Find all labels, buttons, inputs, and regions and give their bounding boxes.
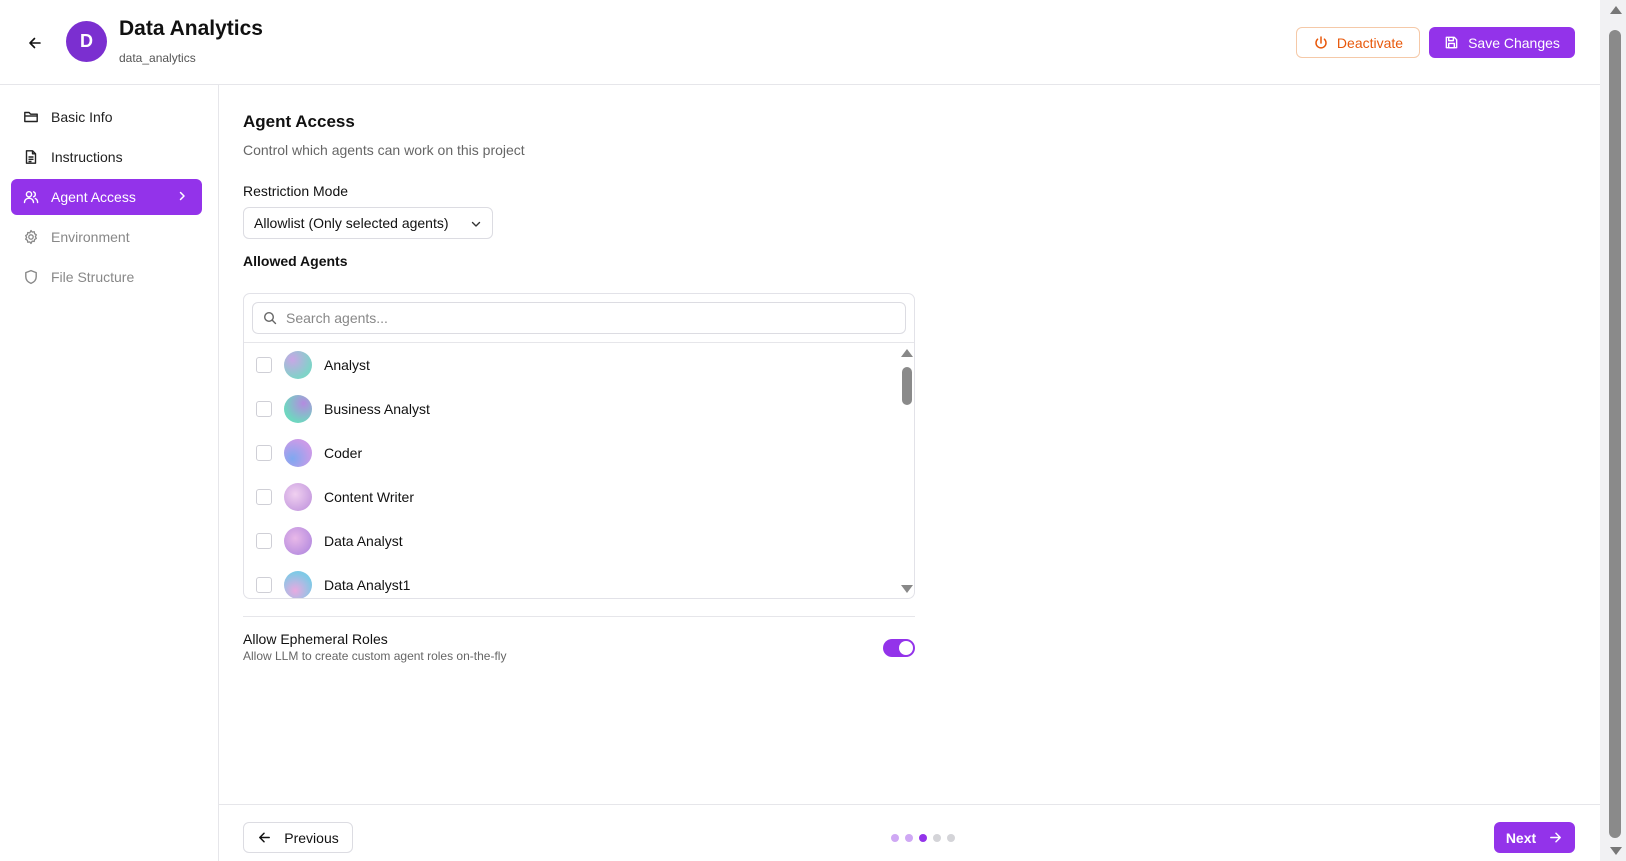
arrow-left-icon bbox=[259, 832, 271, 843]
ephemeral-roles-title: Allow Ephemeral Roles bbox=[243, 631, 388, 647]
search-icon bbox=[263, 311, 277, 325]
deactivate-label: Deactivate bbox=[1336, 34, 1404, 51]
power-icon bbox=[1315, 35, 1327, 49]
gear-icon bbox=[25, 229, 37, 245]
page-scrollbar[interactable] bbox=[1605, 0, 1626, 861]
project-slug: data_analytics bbox=[119, 51, 196, 65]
agent-checkbox[interactable] bbox=[256, 489, 272, 505]
deactivate-button[interactable]: Deactivate bbox=[1296, 27, 1420, 58]
list-item[interactable]: Content Writer bbox=[244, 475, 896, 519]
section-title: Agent Access bbox=[243, 112, 355, 131]
scroll-thumb[interactable] bbox=[902, 367, 912, 405]
step-dot-current bbox=[919, 834, 927, 842]
agent-name: Business Analyst bbox=[324, 401, 430, 417]
agent-checkbox[interactable] bbox=[256, 357, 272, 373]
agent-avatar bbox=[284, 439, 312, 467]
restriction-mode-label: Restriction Mode bbox=[243, 183, 349, 199]
arrow-right-icon bbox=[1550, 832, 1562, 843]
sidebar-item-agent-access[interactable]: Agent Access bbox=[11, 179, 202, 215]
back-button[interactable] bbox=[22, 30, 48, 56]
users-icon bbox=[23, 191, 39, 204]
folder-icon bbox=[24, 111, 38, 123]
save-icon bbox=[1445, 36, 1458, 49]
list-item[interactable]: Data Analyst bbox=[244, 519, 896, 563]
agent-name: Data Analyst1 bbox=[324, 577, 411, 593]
list-item[interactable]: Coder bbox=[244, 431, 896, 475]
step-dot bbox=[947, 834, 955, 842]
step-dot bbox=[905, 834, 913, 842]
list-item[interactable]: Analyst bbox=[244, 343, 896, 387]
save-changes-label: Save Changes bbox=[1468, 34, 1560, 51]
shield-icon bbox=[25, 269, 37, 285]
agent-avatar bbox=[284, 351, 312, 379]
document-icon bbox=[25, 150, 37, 164]
ephemeral-roles-toggle[interactable] bbox=[883, 639, 915, 657]
step-dot bbox=[891, 834, 899, 842]
save-changes-button[interactable]: Save Changes bbox=[1429, 27, 1575, 58]
agents-panel: Analyst Business Analyst Coder Content W… bbox=[243, 293, 915, 599]
sidebar-item-label: File Structure bbox=[51, 269, 135, 285]
list-item[interactable]: Business Analyst bbox=[244, 387, 896, 431]
sidebar-item-basic-info[interactable]: Basic Info bbox=[11, 99, 202, 135]
agent-search bbox=[252, 302, 906, 334]
scroll-up-arrow-icon[interactable] bbox=[901, 349, 913, 357]
sidebar-item-label: Basic Info bbox=[51, 109, 113, 125]
step-indicator bbox=[891, 834, 955, 842]
scroll-down-arrow-icon[interactable] bbox=[901, 585, 913, 593]
agent-avatar bbox=[284, 483, 312, 511]
agent-name: Analyst bbox=[324, 357, 370, 373]
next-button[interactable]: Next bbox=[1494, 822, 1575, 853]
chevron-down-icon bbox=[471, 221, 481, 227]
app-window: D Data Analytics data_analytics Deactiva… bbox=[0, 0, 1600, 861]
agent-checkbox[interactable] bbox=[256, 445, 272, 461]
section-divider bbox=[243, 616, 915, 617]
agent-list[interactable]: Analyst Business Analyst Coder Content W… bbox=[244, 343, 896, 598]
search-agents-input[interactable] bbox=[286, 310, 886, 326]
previous-label: Previous bbox=[284, 829, 339, 846]
sidebar-item-file-structure[interactable]: File Structure bbox=[11, 259, 202, 295]
agent-checkbox[interactable] bbox=[256, 401, 272, 417]
agent-avatar bbox=[284, 571, 312, 598]
restriction-mode-value: Allowlist (Only selected agents) bbox=[254, 215, 449, 231]
agent-checkbox[interactable] bbox=[256, 533, 272, 549]
header: D Data Analytics data_analytics Deactiva… bbox=[0, 0, 1600, 85]
arrow-left-icon bbox=[29, 37, 41, 49]
step-dot bbox=[933, 834, 941, 842]
agent-name: Content Writer bbox=[324, 489, 414, 505]
chevron-right-icon bbox=[179, 191, 185, 201]
section-subtitle: Control which agents can work on this pr… bbox=[243, 142, 525, 158]
allowed-agents-label: Allowed Agents bbox=[243, 253, 348, 269]
page-scroll-thumb[interactable] bbox=[1609, 30, 1621, 838]
next-label: Next bbox=[1505, 829, 1537, 846]
sidebar-item-label: Instructions bbox=[51, 149, 123, 165]
ephemeral-roles-description: Allow LLM to create custom agent roles o… bbox=[243, 649, 507, 663]
sidebar-item-label: Agent Access bbox=[51, 189, 136, 205]
list-item[interactable]: Data Analyst1 bbox=[244, 563, 896, 598]
sidebar: Basic Info Instructions Agent Access Env… bbox=[0, 85, 219, 861]
restriction-mode-select[interactable]: Allowlist (Only selected agents) bbox=[243, 207, 493, 239]
previous-button[interactable]: Previous bbox=[243, 822, 353, 853]
project-title: Data Analytics bbox=[119, 17, 263, 40]
sidebar-item-environment[interactable]: Environment bbox=[11, 219, 202, 255]
toggle-knob bbox=[899, 641, 913, 655]
agent-name: Data Analyst bbox=[324, 533, 403, 549]
page-scroll-down-arrow-icon[interactable] bbox=[1610, 847, 1622, 855]
agent-list-scrollbar[interactable] bbox=[898, 343, 914, 598]
agent-avatar bbox=[284, 395, 312, 423]
page-scroll-up-arrow-icon[interactable] bbox=[1610, 6, 1622, 14]
sidebar-item-label: Environment bbox=[51, 229, 130, 245]
footer-nav: Previous Next bbox=[219, 804, 1600, 861]
sidebar-item-instructions[interactable]: Instructions bbox=[11, 139, 202, 175]
agent-checkbox[interactable] bbox=[256, 577, 272, 593]
project-avatar: D bbox=[66, 21, 107, 62]
agent-name: Coder bbox=[324, 445, 363, 461]
agent-avatar bbox=[284, 527, 312, 555]
